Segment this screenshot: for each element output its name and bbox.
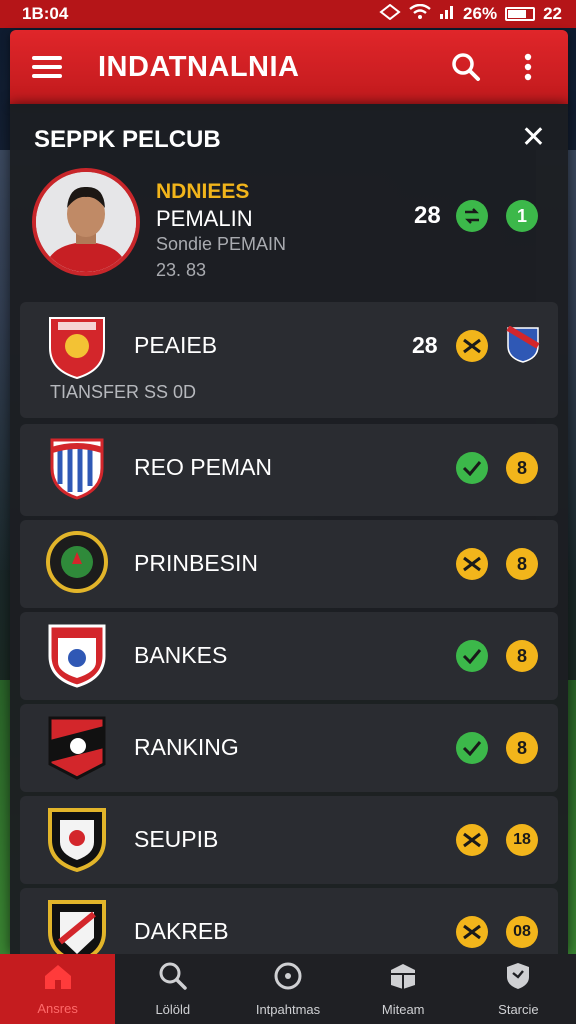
list-item-label: DAKREB [134,918,229,944]
cell-bars-icon [439,4,455,25]
nav-matches[interactable]: Intpahtmas [230,954,345,1024]
panel-title: SEPPK PELCUB [34,126,221,153]
list-item[interactable]: SEUPIB 18 [20,796,558,884]
list-item[interactable]: DAKREB 08 [20,888,558,954]
club-crest-icon [46,806,108,873]
count-badge: 8 [506,548,538,580]
featured-card[interactable]: PEAIEB TIANSFER SS 0D 28 [20,302,558,418]
app-bar: INDATNALNIA [10,30,568,104]
club-crest-icon [46,314,108,380]
close-icon[interactable]: ✕ [521,123,546,153]
home-icon [42,962,74,995]
nav-home[interactable]: Ansres [0,954,116,1024]
club-crest-icon [46,714,108,780]
status-badge: 1 [506,200,538,232]
count-badge: 8 [506,640,538,672]
list-item-label: BANKES [134,642,228,668]
swap-gold-icon[interactable] [456,548,488,580]
signal-icon [379,3,401,25]
featured-label: PEAIEB [134,332,218,358]
nav-stats[interactable]: Starcie [461,954,576,1024]
list-item-label: PRINBESIN [134,550,258,576]
check-icon[interactable] [456,732,488,764]
nav-search[interactable]: Lölöld [115,954,230,1024]
list-item[interactable]: RANKING 8 [20,704,558,792]
list-item[interactable]: BANKES 8 [20,612,558,700]
nav-label: Intpahtmas [255,1002,321,1017]
player-name-line1: NDNIEES [156,180,250,203]
list-item-label: SEUPIB [134,826,219,852]
status-bar: 1B:04 26% 22 [0,0,576,28]
nav-label: Lölöld [155,1002,191,1017]
list-item-label: RANKING [134,734,239,760]
featured-sublabel: TIANSFER SS 0D [50,382,197,402]
list-item[interactable]: REO PEMAN 8 [20,424,558,516]
player-number: 23. 83 [156,260,207,280]
player-score: 28 [414,202,441,229]
nav-label: Starcie [498,1002,539,1017]
nav-label: Miteam [381,1002,425,1017]
check-icon[interactable] [456,640,488,672]
battery-icon [505,7,536,21]
search-icon [158,961,188,996]
player-profile[interactable]: NDNIEES PEMALIN Sondie PEMAIN 23. 83 28 … [32,168,552,284]
club-panel: SEPPK PELCUB ✕ NDNIEES PEMALIN Sondie PE… [10,104,568,954]
more-vert-icon[interactable] [510,49,546,85]
shield-icon [503,961,533,996]
avatar [32,168,140,276]
club-crest-icon [46,898,108,954]
swap-gold-icon[interactable] [456,824,488,856]
nav-team[interactable]: Miteam [346,954,461,1024]
check-icon[interactable] [456,452,488,484]
list-item[interactable]: PRINBESIN 8 [20,520,558,608]
swap-icon[interactable] [456,200,488,232]
featured-score: 28 [412,332,438,358]
swap-gold-icon[interactable] [456,916,488,948]
search-icon[interactable] [448,49,484,85]
bottom-nav: Ansres Lölöld Intpahtmas Miteam Starcie [0,954,576,1024]
count-badge: 8 [506,452,538,484]
nav-label: Ansres [37,1001,78,1016]
club-crest-icon [46,622,108,688]
club-crest-icon [46,436,108,502]
wifi-icon [409,3,431,25]
count-badge: 18 [506,824,538,856]
opponent-crest-icon [506,325,540,364]
swap-gold-icon[interactable] [456,330,488,362]
battery-percent: 26% [463,4,498,23]
status-extra: 22 [543,4,562,23]
app-title: INDATNALNIA [98,50,300,83]
menu-icon[interactable] [32,56,62,78]
player-subtitle: Sondie PEMAIN [156,234,287,254]
team-icon [388,961,418,996]
ball-icon [273,961,303,996]
status-time: 1B:04 [22,4,69,23]
club-crest-icon [46,530,108,596]
player-name-line2: PEMALIN [156,206,253,231]
list-item-label: REO PEMAN [134,454,273,480]
count-badge: 8 [506,732,538,764]
count-badge: 08 [506,916,538,948]
